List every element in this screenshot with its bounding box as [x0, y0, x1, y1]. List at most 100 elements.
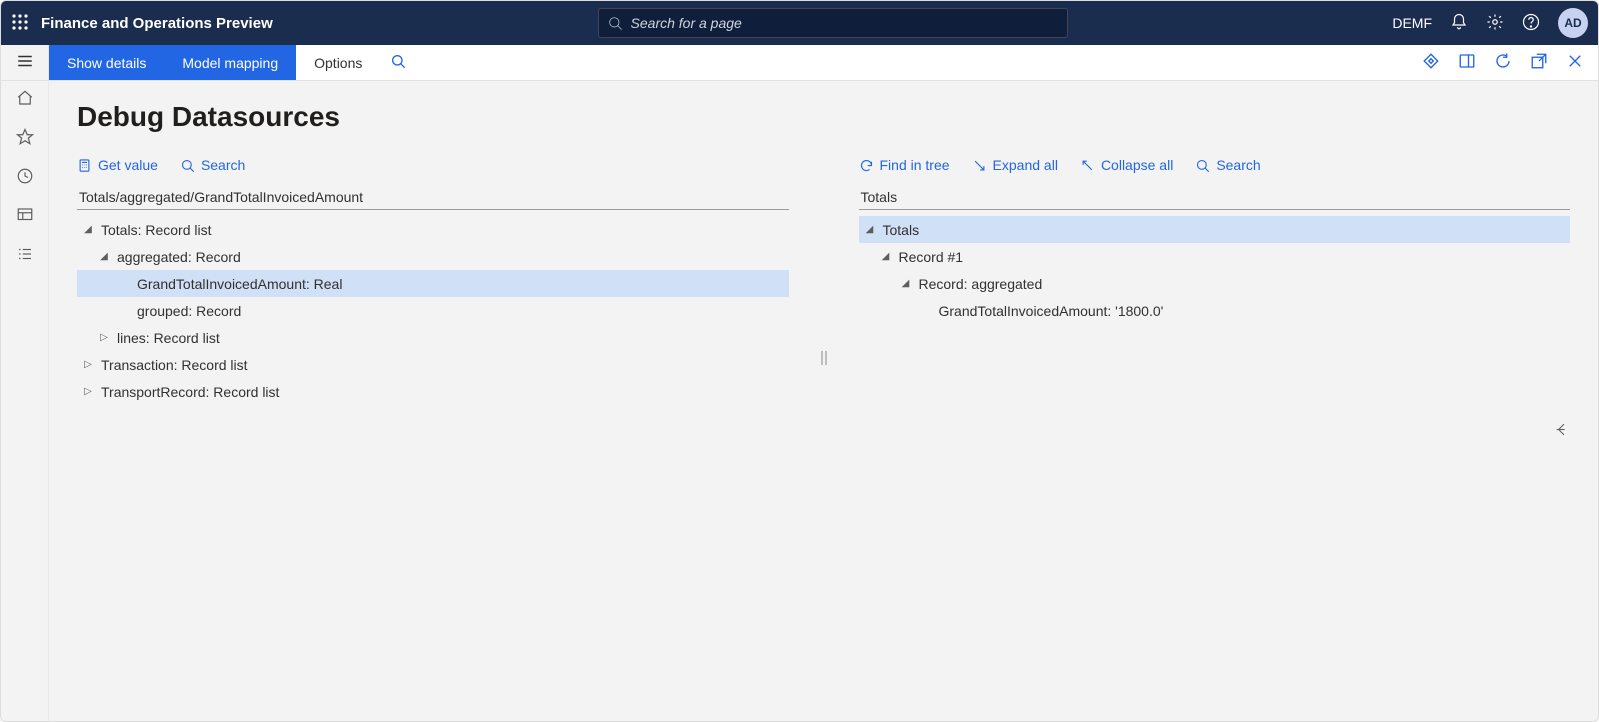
expand-all-icon	[972, 158, 987, 173]
left-path-bar[interactable]: Totals/aggregated/GrandTotalInvoicedAmou…	[77, 187, 789, 210]
topbar-center	[285, 8, 1381, 38]
right-tree: ◢ Totals ◢ Record #1 ◢ Record: aggregated G…	[859, 216, 1571, 324]
expand-icon[interactable]: ▷	[81, 386, 95, 397]
chevron-left-icon	[1554, 422, 1570, 438]
find-in-tree-button[interactable]: Find in tree	[859, 157, 950, 173]
refresh-icon[interactable]	[1494, 52, 1512, 73]
app-launcher-icon[interactable]	[11, 13, 29, 34]
attachments-icon[interactable]	[1422, 52, 1440, 73]
ribbon: Show details Model mapping Options	[49, 45, 1598, 80]
collapse-icon[interactable]: ◢	[899, 278, 913, 289]
close-icon[interactable]	[1566, 52, 1584, 73]
tree-label: Record #1	[899, 249, 964, 265]
no-expand-icon	[117, 278, 131, 289]
left-panel-toolbar: Get value Search	[77, 151, 789, 179]
search-icon	[607, 15, 623, 31]
ribbon-search-icon[interactable]	[380, 53, 416, 72]
tree-row[interactable]: ◢ Record: aggregated	[859, 270, 1571, 297]
favorites-icon[interactable]	[16, 128, 34, 149]
tree-label: lines: Record list	[117, 330, 220, 346]
tree-label: Totals: Record list	[101, 222, 211, 238]
content-area: Debug Datasources Get value Search	[49, 81, 1598, 721]
expand-all-button[interactable]: Expand all	[972, 157, 1058, 173]
expand-icon[interactable]: ▷	[97, 332, 111, 343]
collapse-all-button[interactable]: Collapse all	[1080, 157, 1173, 173]
find-in-tree-label: Find in tree	[880, 157, 950, 173]
collapse-icon[interactable]: ◢	[97, 251, 111, 262]
calculator-icon	[77, 158, 92, 173]
left-panel: Get value Search Totals/aggregated/Grand…	[77, 151, 789, 711]
collapse-icon[interactable]: ◢	[863, 224, 877, 235]
no-expand-icon	[117, 305, 131, 316]
left-tree: ◢ Totals: Record list ◢ aggregated: Record…	[77, 216, 789, 405]
open-new-window-icon[interactable]	[1530, 52, 1548, 73]
tree-row[interactable]: ◢ Totals: Record list	[77, 216, 789, 243]
right-panel: Find in tree Expand all Collapse all	[859, 151, 1571, 711]
recent-icon[interactable]	[16, 167, 34, 188]
tree-row-selected[interactable]: GrandTotalInvoicedAmount: Real	[77, 270, 789, 297]
help-icon[interactable]	[1522, 13, 1540, 34]
tree-row[interactable]: ◢ aggregated: Record	[77, 243, 789, 270]
right-path-bar[interactable]: Totals	[859, 187, 1571, 210]
expand-icon[interactable]: ▷	[81, 359, 95, 370]
get-value-button[interactable]: Get value	[77, 157, 158, 173]
page-title: Debug Datasources	[77, 101, 1570, 133]
ribbon-options[interactable]: Options	[296, 45, 380, 80]
tree-row[interactable]: ◢ Record #1	[859, 243, 1571, 270]
tree-label: Totals	[883, 222, 920, 238]
tree-label: GrandTotalInvoicedAmount: '1800.0'	[939, 303, 1164, 319]
search-icon	[180, 158, 195, 173]
settings-icon[interactable]	[1486, 13, 1504, 34]
ribbon-model-mapping[interactable]: Model mapping	[164, 45, 296, 80]
global-search-input[interactable]	[629, 14, 1059, 32]
global-search[interactable]	[598, 8, 1068, 38]
tree-label: GrandTotalInvoicedAmount: Real	[137, 276, 342, 292]
ribbon-row: Show details Model mapping Options	[1, 45, 1598, 81]
sync-icon	[859, 158, 874, 173]
tree-label: aggregated: Record	[117, 249, 241, 265]
tree-row-selected[interactable]: ◢ Totals	[859, 216, 1571, 243]
app-window: Finance and Operations Preview DEMF AD	[0, 0, 1599, 722]
no-expand-icon	[919, 305, 933, 316]
home-icon[interactable]	[16, 89, 34, 110]
avatar[interactable]: AD	[1558, 8, 1588, 38]
company-code[interactable]: DEMF	[1392, 15, 1432, 31]
tree-row[interactable]: ▷ Transaction: Record list	[77, 351, 789, 378]
tree-row[interactable]: ▷ lines: Record list	[77, 324, 789, 351]
panels: Get value Search Totals/aggregated/Grand…	[77, 151, 1570, 711]
leftnav-toggle[interactable]	[1, 45, 49, 80]
splitter-handle[interactable]	[821, 151, 827, 711]
right-panel-toolbar: Find in tree Expand all Collapse all	[859, 151, 1571, 179]
get-value-label: Get value	[98, 157, 158, 173]
collapse-icon[interactable]: ◢	[81, 224, 95, 235]
right-search-button[interactable]: Search	[1195, 157, 1260, 173]
related-info-flyout[interactable]	[1554, 422, 1570, 441]
tree-label: Record: aggregated	[919, 276, 1043, 292]
tree-label: TransportRecord: Record list	[101, 384, 279, 400]
collapse-all-label: Collapse all	[1101, 157, 1173, 173]
tree-label: grouped: Record	[137, 303, 241, 319]
left-search-button[interactable]: Search	[180, 157, 245, 173]
ribbon-show-details[interactable]: Show details	[49, 45, 164, 80]
ribbon-right	[1408, 52, 1598, 73]
search-icon	[1195, 158, 1210, 173]
side-panel-icon[interactable]	[1458, 52, 1476, 73]
hamburger-icon	[16, 52, 34, 73]
body: Debug Datasources Get value Search	[1, 81, 1598, 721]
tree-row[interactable]: grouped: Record	[77, 297, 789, 324]
workspaces-icon[interactable]	[16, 206, 34, 227]
tree-row[interactable]: ▷ TransportRecord: Record list	[77, 378, 789, 405]
topbar: Finance and Operations Preview DEMF AD	[1, 1, 1598, 45]
right-search-label: Search	[1216, 157, 1260, 173]
notifications-icon[interactable]	[1450, 13, 1468, 34]
left-nav	[1, 81, 49, 721]
modules-icon[interactable]	[16, 245, 34, 266]
tree-label: Transaction: Record list	[101, 357, 248, 373]
collapse-all-icon	[1080, 158, 1095, 173]
topbar-right: DEMF AD	[1392, 8, 1588, 38]
app-title: Finance and Operations Preview	[41, 15, 273, 32]
tree-row[interactable]: GrandTotalInvoicedAmount: '1800.0'	[859, 297, 1571, 324]
collapse-icon[interactable]: ◢	[879, 251, 893, 262]
expand-all-label: Expand all	[993, 157, 1058, 173]
left-search-label: Search	[201, 157, 245, 173]
